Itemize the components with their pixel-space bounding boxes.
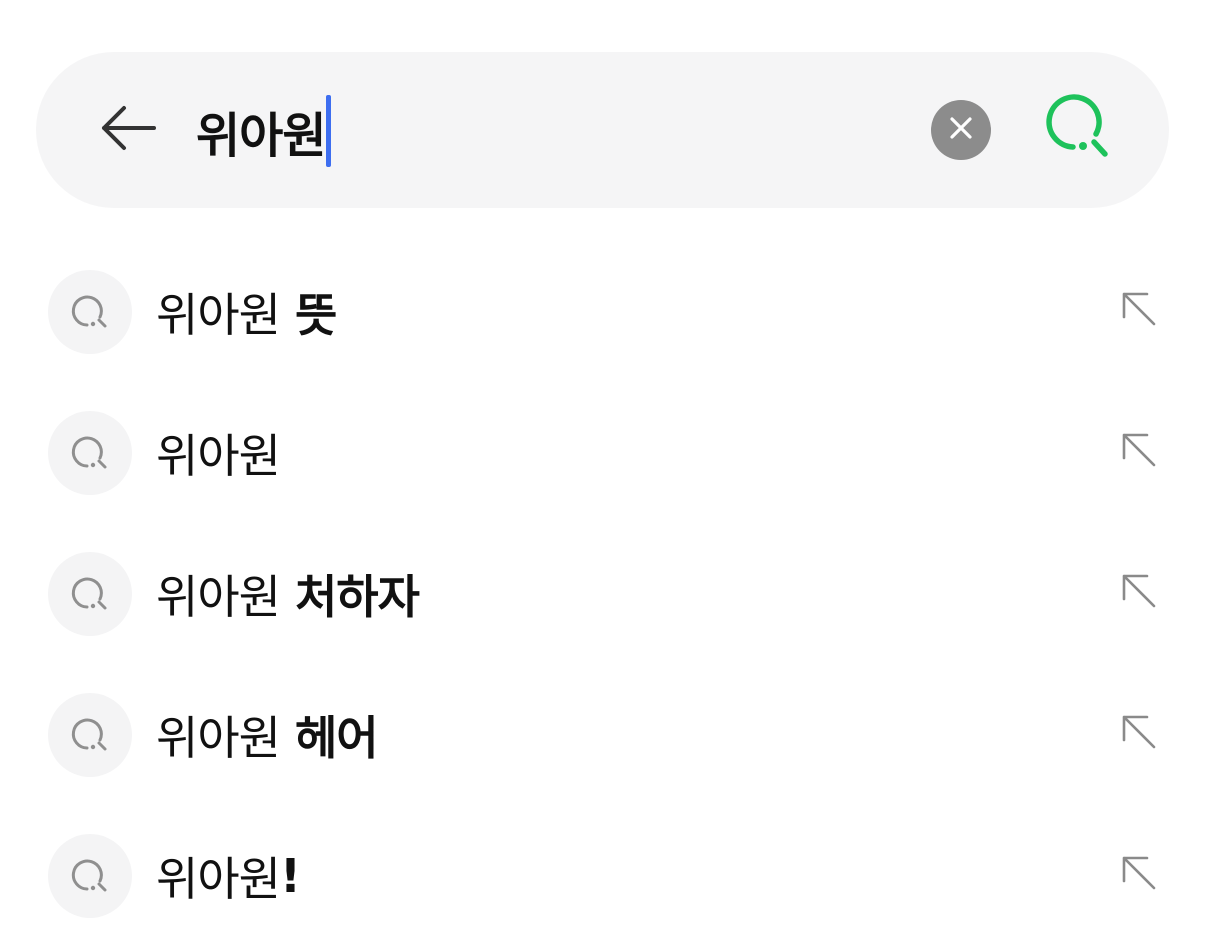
arrow-up-left-icon [1119,853,1159,897]
arrow-up-left-icon [1119,289,1159,333]
fill-query-button[interactable] [1108,421,1170,483]
search-input[interactable]: 위아원 [196,95,332,167]
search-submit-button[interactable] [1040,92,1120,168]
search-icon [48,270,132,354]
arrow-up-left-icon [1119,712,1159,756]
back-button[interactable] [92,97,164,163]
suggestion-suffix-text: 헤어 [279,711,379,765]
suggestion-base-text: 위아원 [156,570,281,624]
suggestion-suffix-text: ! [279,849,301,903]
suggestion-text: 위아원 뜻 [156,282,337,342]
close-icon [949,116,973,144]
suggestion-base-text: 위아원 [156,429,281,483]
suggestion-base-text: 위아원 [156,288,281,342]
arrow-up-left-icon [1119,430,1159,474]
search-icon [48,834,132,918]
suggestion-base-text: 위아원 [156,711,281,765]
search-icon [1042,92,1118,168]
search-icon [48,693,132,777]
suggestion-text: 위아원! [156,846,301,906]
search-icon [48,552,132,636]
fill-query-button[interactable] [1108,703,1170,765]
arrow-left-icon [98,103,158,157]
suggestion-item[interactable]: 위아원! [0,816,1205,936]
suggestion-text: 위아원 헤어 [156,705,379,765]
search-icon [48,411,132,495]
search-query-text: 위아원 [196,108,326,164]
suggestion-suffix-text: 처하자 [279,570,420,624]
suggestion-item[interactable]: 위아원 뜻 [0,252,1205,372]
clear-button[interactable] [931,100,991,160]
arrow-up-left-icon [1119,571,1159,615]
suggestion-item[interactable]: 위아원 [0,393,1205,513]
suggestion-base-text: 위아원 [156,852,281,906]
suggestion-item[interactable]: 위아원 헤어 [0,675,1205,795]
suggestion-text: 위아원 처하자 [156,564,420,624]
fill-query-button[interactable] [1108,562,1170,624]
suggestion-item[interactable]: 위아원 처하자 [0,534,1205,654]
fill-query-button[interactable] [1108,844,1170,906]
text-caret [326,95,332,167]
suggestion-suffix-text: 뜻 [279,288,337,342]
fill-query-button[interactable] [1108,280,1170,342]
suggestion-text: 위아원 [156,423,281,483]
